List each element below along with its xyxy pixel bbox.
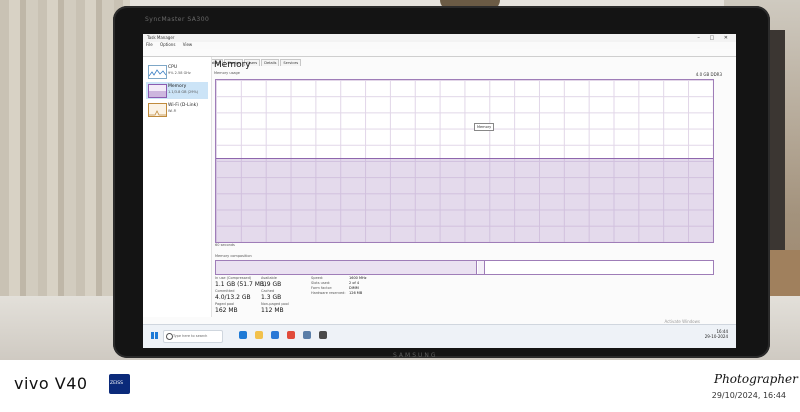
monitor-brand: SAMSUNG [393, 352, 438, 359]
menu-view[interactable]: View [183, 42, 193, 47]
windows-start-icon[interactable] [151, 332, 158, 339]
memory-stats: In use (Compressed) 1.1 GB (51.7 MB) Ava… [215, 276, 515, 316]
store-icon[interactable] [271, 331, 279, 339]
composition-in-use [216, 261, 477, 274]
performance-sidebar: CPU 9% 2.58 GHz Memory 1.1/3.8 GB (29%) … [143, 57, 212, 317]
composition-modified [478, 261, 485, 274]
stat-hw-reserved-value: 126 MB [349, 291, 363, 295]
monitor: SyncMaster SA300 SAMSUNG Task Manager – … [113, 6, 770, 359]
menu-file[interactable]: File [146, 42, 153, 47]
stat-hardware-values: 1600 MHz 2 of 4 DIMM 126 MB [349, 276, 367, 296]
sidebar-cpu-title: CPU [168, 65, 178, 70]
camera-model: vivo V40 [14, 374, 88, 393]
zeiss-logo-icon: ZEISS [109, 374, 130, 394]
stat-committed-value: 4.0/13.2 GB [215, 294, 251, 301]
graph-tooltip: Memory [474, 123, 495, 131]
sidebar-item-cpu[interactable]: CPU 9% 2.58 GHz [146, 63, 208, 80]
memory-usage-fill [216, 158, 713, 242]
monitor-model-text: SyncMaster SA300 [145, 16, 210, 23]
window-controls[interactable]: – □ ✕ [697, 35, 732, 41]
window-title: Task Manager [147, 35, 175, 40]
photographer-signature: Photographer [714, 372, 798, 386]
memory-capacity: 4.0 GB DDR3 [695, 72, 722, 77]
stat-non-paged-pool-label: Non-paged pool [261, 302, 289, 306]
chrome-icon[interactable] [287, 331, 295, 339]
window-titlebar: Task Manager – □ ✕ [143, 34, 736, 42]
sidebar-cpu-sub: 9% 2.58 GHz [168, 71, 191, 75]
wifi-thumbnail-icon [148, 103, 167, 117]
curtain [0, 0, 130, 300]
search-icon [166, 333, 173, 340]
memory-composition-bar [215, 260, 714, 275]
menu-options[interactable]: Options [160, 42, 175, 47]
stat-paged-pool: Paged pool 162 MB [215, 302, 238, 314]
composition-label: Memory composition [215, 254, 252, 258]
stat-cached-label: Cached [261, 289, 275, 293]
sidebar-memory-sub: 1.1/3.8 GB (29%) [168, 90, 199, 94]
stat-committed-label: Committed [215, 289, 235, 293]
memory-usage-label: Memory usage [214, 71, 240, 75]
stat-available: Available 1.9 GB [261, 276, 281, 288]
tab-bar: ProcessesPerformanceApp historyStartupUs… [143, 49, 736, 66]
tab-details[interactable]: Details [261, 59, 280, 66]
memory-thumbnail-icon [148, 84, 167, 98]
search-placeholder: Type here to search [173, 334, 208, 338]
graph-time-label: 60 seconds [215, 243, 235, 247]
stat-in-use-label: In use (Compressed) [215, 276, 252, 280]
file-explorer-icon[interactable] [255, 331, 263, 339]
stat-paged-pool-value: 162 MB [215, 307, 238, 314]
zeiss-logo-text: ZEISS [110, 381, 123, 386]
photo-background: SyncMaster SA300 SAMSUNG Task Manager – … [0, 0, 800, 360]
stat-non-paged-pool: Non-paged pool 112 MB [261, 302, 289, 314]
stat-available-label: Available [261, 276, 277, 280]
sidebar-wifi-sub: Wi-Fi [168, 109, 177, 113]
sidebar-wifi-title: Wi-Fi (D-Link) [168, 103, 198, 108]
stat-cached: Cached 1.3 GB [261, 289, 281, 301]
system-tray-clock[interactable]: 16:44 29-10-2024 [705, 329, 728, 339]
settings-icon[interactable] [319, 331, 327, 339]
stat-paged-pool-label: Paged pool [215, 302, 235, 306]
tray-date: 29-10-2024 [704, 334, 728, 339]
stat-cached-value: 1.3 GB [261, 294, 282, 301]
menu-bar: File Options View [143, 42, 736, 49]
sidebar-memory-title: Memory [168, 84, 187, 89]
screen: Task Manager – □ ✕ File Options View Pro… [143, 34, 736, 348]
task-manager-icon[interactable] [303, 331, 311, 339]
photo-datestamp: 29/10/2024, 16:44 [711, 391, 786, 400]
stat-available-value: 1.9 GB [261, 281, 282, 288]
sidebar-item-memory[interactable]: Memory 1.1/3.8 GB (29%) [146, 82, 208, 99]
tab-services[interactable]: Services [280, 59, 302, 66]
stat-hw-reserved-label: Hardware reserved: [311, 291, 346, 295]
stat-in-use-value: 1.1 GB (51.7 MB) [215, 281, 267, 288]
sidebar-item-wifi[interactable]: Wi-Fi (D-Link) Wi-Fi [146, 101, 208, 118]
stat-non-paged-pool-value: 112 MB [261, 307, 284, 314]
memory-usage-graph [215, 79, 714, 243]
stat-hardware-labels: Speed: Slots used: Form factor: Hardware… [311, 276, 346, 296]
taskbar-search-box[interactable]: Type here to search [163, 330, 223, 343]
cpu-thumbnail-icon [148, 65, 167, 79]
stat-committed: Committed 4.0/13.2 GB [215, 289, 251, 301]
stat-in-use: In use (Compressed) 1.1 GB (51.7 MB) [215, 276, 266, 288]
edge-icon[interactable] [239, 331, 247, 339]
taskbar: Type here to search 16:44 29-10-2024 [143, 324, 736, 348]
page-title: Memory [214, 60, 251, 70]
